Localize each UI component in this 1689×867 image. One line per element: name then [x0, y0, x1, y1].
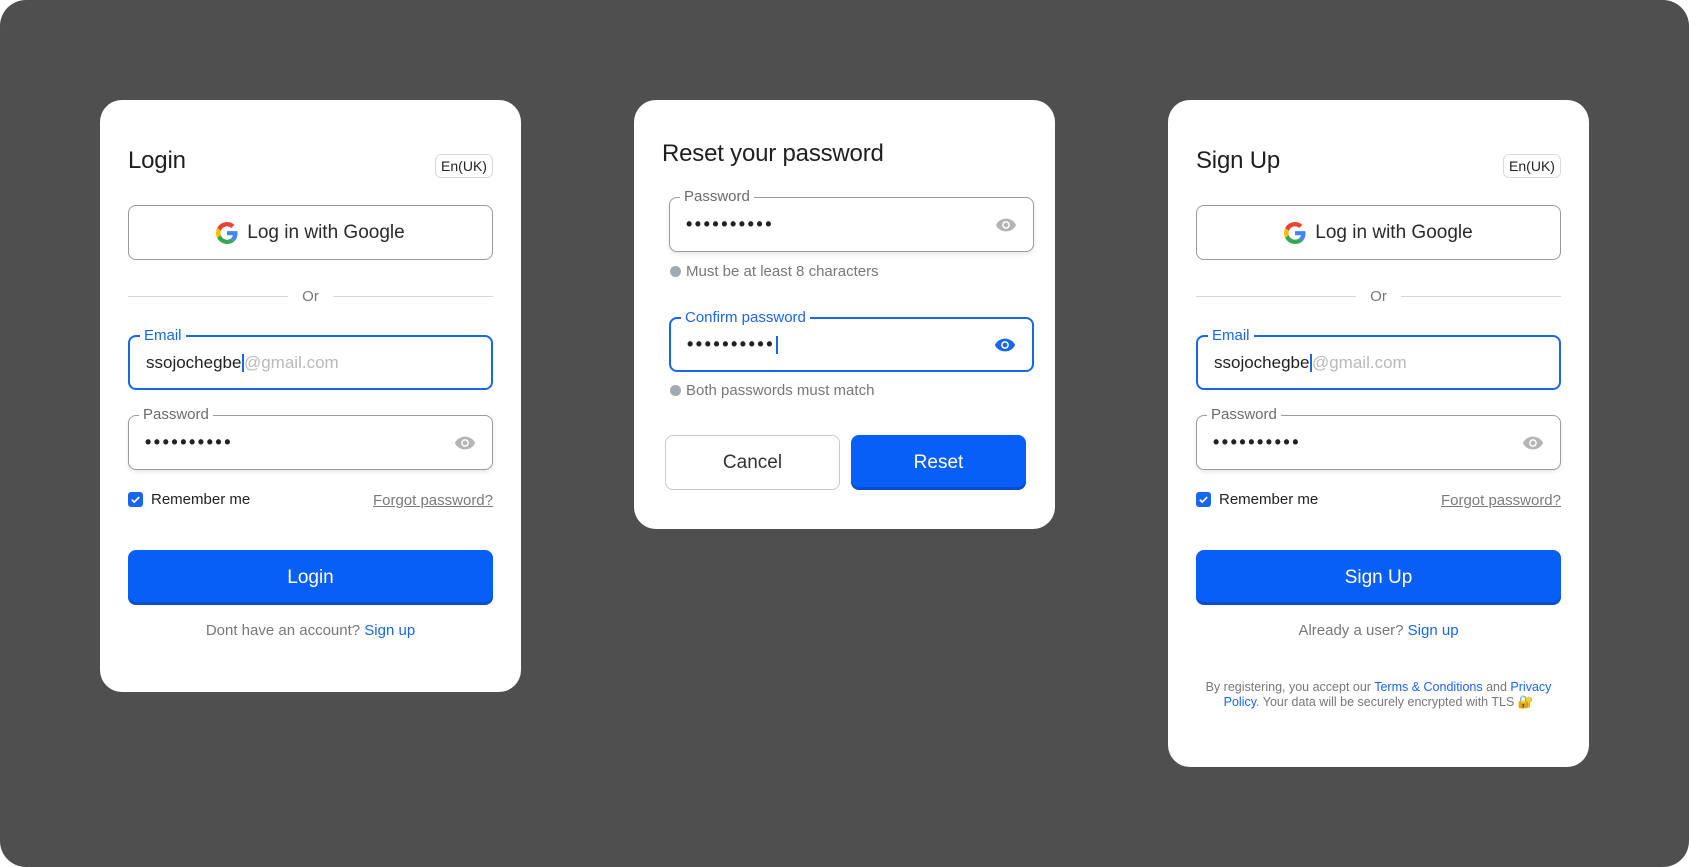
google-login-button[interactable]: Log in with Google	[128, 205, 493, 260]
google-login-button[interactable]: Log in with Google	[1196, 205, 1561, 260]
divider-line-right	[332, 295, 494, 297]
password-value: ••••••••••	[145, 416, 233, 469]
info-dot-icon	[670, 266, 681, 277]
password-length-hint: Must be at least 8 characters	[670, 263, 879, 280]
password-length-hint-text: Must be at least 8 characters	[686, 263, 879, 280]
new-password-field[interactable]: Password ••••••••••	[669, 187, 1034, 252]
password-value: ••••••••••	[1213, 416, 1301, 469]
remember-checkbox[interactable]	[1196, 492, 1211, 507]
confirm-password-field[interactable]: Confirm password ••••••••••	[669, 308, 1034, 372]
google-login-label: Log in with Google	[247, 221, 405, 243]
canvas-background: Login En(UK) Log in with Google Or Email…	[0, 0, 1689, 867]
login-prompt-text: Already a user?	[1298, 622, 1404, 639]
confirm-password-dots: ••••••••••	[687, 334, 776, 354]
google-icon	[1284, 221, 1306, 244]
divider-line-left	[1196, 295, 1357, 297]
email-suggestion: @gmail.com	[1311, 352, 1407, 372]
checkmark-icon	[1199, 496, 1208, 504]
lock-icon: 🔐	[1517, 695, 1534, 709]
password-field[interactable]: Password ••••••••••	[128, 405, 493, 470]
confirm-password-value: ••••••••••	[687, 319, 778, 370]
google-login-label: Log in with Google	[1315, 221, 1473, 243]
google-icon	[216, 221, 238, 244]
or-divider: Or	[1196, 286, 1562, 306]
signup-prompt: Dont have an account? Sign up	[100, 622, 521, 639]
email-field[interactable]: Email ssojochegbe @gmail.com	[1196, 326, 1561, 390]
signup-button[interactable]: Sign Up	[1196, 550, 1561, 605]
or-divider: Or	[128, 286, 494, 306]
email-typed-text: ssojochegbe	[1214, 352, 1310, 372]
divider-label: Or	[1370, 287, 1387, 305]
legal-suffix: . Your data will be securely encrypted w…	[1256, 695, 1515, 709]
cancel-button[interactable]: Cancel	[665, 435, 840, 490]
remember-label: Remember me	[151, 491, 251, 508]
signup-prompt-text: Dont have an account?	[205, 622, 361, 639]
legal-prefix: By registering, you accept our	[1205, 680, 1371, 694]
email-value: ssojochegbe @gmail.com	[1214, 337, 1407, 388]
login-card: Login En(UK) Log in with Google Or Email…	[100, 100, 521, 692]
forgot-password-link[interactable]: Forgot password?	[373, 492, 493, 509]
signup-link[interactable]: Sign up	[1408, 622, 1459, 639]
forgot-password-link[interactable]: Forgot password?	[1441, 492, 1561, 509]
signup-card: Sign Up En(UK) Log in with Google Or Ema…	[1168, 100, 1589, 767]
signup-title: Sign Up	[1196, 147, 1280, 174]
login-prompt: Already a user? Sign up	[1168, 622, 1589, 639]
eye-icon[interactable]	[995, 217, 1017, 233]
remember-me[interactable]: Remember me	[128, 491, 250, 508]
language-selector[interactable]: En(UK)	[435, 154, 493, 178]
text-caret	[776, 335, 778, 354]
remember-checkbox[interactable]	[128, 492, 143, 507]
signup-link[interactable]: Sign up	[364, 622, 415, 639]
remember-label: Remember me	[1219, 491, 1319, 508]
reset-password-card: Reset your password Password •••••••••• …	[634, 100, 1055, 529]
legal-notice: By registering, you accept our Terms & C…	[1196, 680, 1561, 710]
eye-icon[interactable]	[994, 337, 1016, 353]
language-selector[interactable]: En(UK)	[1503, 154, 1561, 178]
password-dots: ••••••••••	[1213, 432, 1302, 452]
login-button[interactable]: Login	[128, 550, 493, 605]
password-field[interactable]: Password ••••••••••	[1196, 405, 1561, 470]
divider-label: Or	[302, 287, 319, 305]
email-typed-text: ssojochegbe	[146, 352, 242, 372]
remember-me[interactable]: Remember me	[1196, 491, 1318, 508]
reset-button[interactable]: Reset	[851, 435, 1026, 490]
password-match-hint: Both passwords must match	[670, 382, 874, 399]
login-title: Login	[128, 147, 186, 174]
info-dot-icon	[670, 385, 681, 396]
password-dots: ••••••••••	[145, 432, 234, 452]
reset-title: Reset your password	[662, 140, 884, 167]
email-suggestion: @gmail.com	[243, 352, 339, 372]
legal-and: and	[1486, 680, 1507, 694]
email-value: ssojochegbe @gmail.com	[146, 337, 339, 388]
new-password-value: ••••••••••	[686, 198, 774, 251]
terms-link[interactable]: Terms & Conditions	[1374, 680, 1482, 694]
new-password-dots: ••••••••••	[686, 214, 775, 234]
checkmark-icon	[131, 496, 140, 504]
divider-line-left	[128, 295, 289, 297]
eye-icon[interactable]	[454, 435, 476, 451]
password-match-hint-text: Both passwords must match	[686, 382, 875, 399]
eye-icon[interactable]	[1522, 435, 1544, 451]
email-field[interactable]: Email ssojochegbe @gmail.com	[128, 326, 493, 390]
divider-line-right	[1400, 295, 1562, 297]
